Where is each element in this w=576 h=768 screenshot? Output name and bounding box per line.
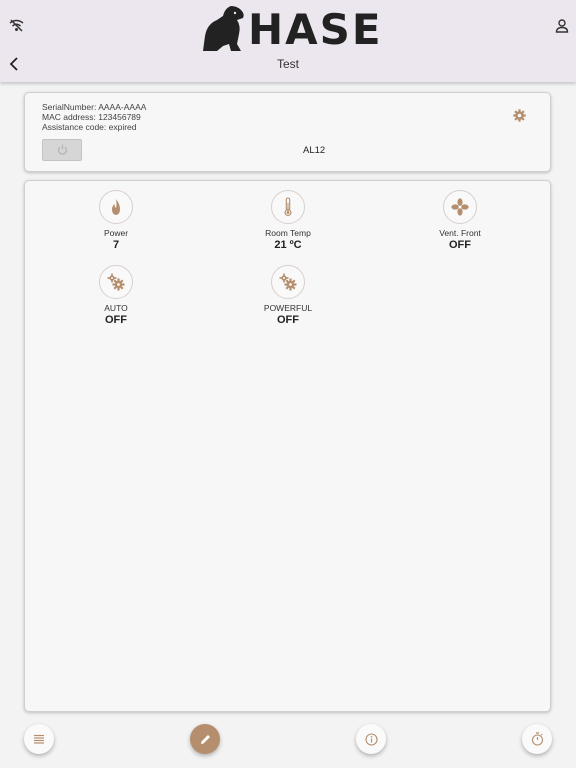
wifi-off-icon[interactable] — [9, 19, 24, 32]
tile-label: Room Temp — [265, 228, 311, 238]
tile-icon-circle — [271, 265, 305, 299]
tile-vent-front[interactable]: Vent. Front OFF — [400, 190, 520, 251]
info-button[interactable] — [356, 724, 386, 754]
tile-auto[interactable]: AUTO OFF — [56, 265, 176, 326]
serial-number-text: SerialNumber: AAAA-AAAA — [42, 102, 147, 112]
tile-label: Power — [103, 228, 129, 238]
tile-icon-circle — [443, 190, 477, 224]
tile-icon-circle — [99, 265, 133, 299]
tile-icon-circle — [271, 190, 305, 224]
user-icon[interactable] — [555, 19, 569, 33]
power-toggle-button[interactable] — [42, 139, 82, 161]
tile-room-temp[interactable]: Room Temp 21 ºC — [228, 190, 348, 251]
tile-powerful[interactable]: POWERFUL OFF — [228, 265, 348, 326]
flame-icon — [112, 199, 120, 215]
settings-gear-icon[interactable] — [513, 109, 526, 122]
tile-label: POWERFUL — [263, 303, 313, 313]
tile-value: OFF — [277, 314, 299, 326]
timer-button[interactable] — [522, 724, 552, 754]
thermometer-icon — [284, 197, 292, 217]
mac-address-text: MAC address: 123456789 — [42, 112, 141, 122]
gears-icon — [107, 273, 125, 291]
brand-wordmark: HASE — [248, 5, 383, 54]
tile-value: 7 — [112, 239, 120, 251]
status-card: Power 7 Room Temp 21 ºC Vent. Front OFF … — [24, 180, 551, 712]
tile-value: OFF — [449, 239, 471, 251]
tile-icon-circle — [99, 190, 133, 224]
menu-icon — [34, 734, 44, 744]
device-model-label: AL12 — [303, 145, 326, 156]
gears-icon — [279, 273, 297, 291]
info-icon — [364, 732, 378, 746]
tile-label: Vent. Front — [439, 228, 481, 238]
edit-button[interactable] — [190, 724, 220, 754]
power-icon — [57, 144, 68, 155]
fan-icon — [451, 198, 469, 216]
app-header: HASE Test — [0, 0, 576, 82]
assistance-code-text: Assistance code: expired — [42, 122, 137, 132]
tile-power[interactable]: Power 7 — [56, 190, 176, 251]
device-info-card: SerialNumber: AAAA-AAAA MAC address: 123… — [24, 92, 551, 172]
menu-button[interactable] — [24, 724, 54, 754]
timer-icon — [531, 732, 543, 746]
page-title: Test — [276, 57, 299, 71]
tile-value: OFF — [105, 314, 127, 326]
edit-icon — [200, 734, 210, 744]
tile-value: 21 ºC — [274, 239, 302, 251]
tile-label: AUTO — [104, 303, 128, 313]
